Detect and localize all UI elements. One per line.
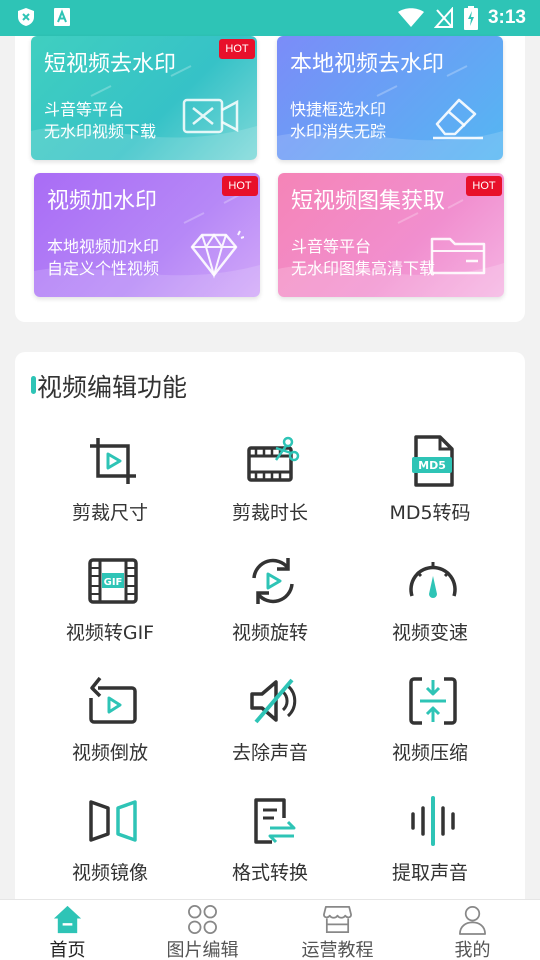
svg-text:MD5: MD5 xyxy=(418,459,446,472)
tool-desc-2: 自定义个性视频 xyxy=(47,259,160,278)
md5-file-icon: MD5 xyxy=(412,435,454,487)
clock: 3:13 xyxy=(487,7,526,28)
hot-badge: HOT xyxy=(222,176,258,196)
no-signal-icon xyxy=(433,7,453,28)
feature-mute[interactable]: 去除声音 xyxy=(185,674,355,784)
shield-x-icon xyxy=(18,8,34,26)
tool-desc-1: 本地视频加水印 xyxy=(47,237,160,256)
feature-video-to-gif[interactable]: GIF 视频转GIF xyxy=(25,554,195,664)
feature-label: 视频旋转 xyxy=(231,622,308,644)
tool-title: 短视频去水印 xyxy=(44,52,177,77)
tool-card-add-watermark[interactable]: 视频加水印 本地视频加水印 自定义个性视频 HOT xyxy=(34,173,260,297)
tool-desc-2: 无水印视频下载 xyxy=(44,122,157,141)
nav-label: 首页 xyxy=(49,940,86,960)
video-edit-section: 视频编辑功能 剪裁尺寸 剪裁时长 MD5 MD5转码 GIF 视频转GIF 视频… xyxy=(15,352,525,902)
feature-speed[interactable]: 视频变速 xyxy=(345,554,515,664)
a-box-icon xyxy=(54,8,70,26)
section-title: 视频编辑功能 xyxy=(37,373,188,402)
nav-label: 我的 xyxy=(454,940,491,960)
feature-label: 视频转GIF xyxy=(65,622,155,644)
feature-trim-duration[interactable]: 剪裁时长 xyxy=(185,434,355,544)
mirror-icon xyxy=(89,800,137,842)
diamond-icon xyxy=(190,230,244,279)
no-video-icon xyxy=(182,98,239,134)
tools-card: 短视频去水印 斗音等平台 无水印视频下载 HOT 本地视频去水印 快捷框选水印 … xyxy=(15,36,525,322)
feature-label: 格式转换 xyxy=(231,862,308,884)
crop-icon xyxy=(90,438,136,484)
feature-label: 视频变速 xyxy=(391,622,468,644)
feature-label: 剪裁尺寸 xyxy=(71,502,148,524)
feature-compress[interactable]: 视频压缩 xyxy=(345,674,515,784)
tool-desc-1: 斗音等平台 xyxy=(291,237,372,256)
feature-label: 视频压缩 xyxy=(391,742,468,764)
feature-label: 视频倒放 xyxy=(71,742,148,764)
store-icon xyxy=(323,906,352,933)
feature-rotate[interactable]: 视频旋转 xyxy=(185,554,355,664)
battery-charging-icon xyxy=(463,6,478,30)
tool-desc-1: 斗音等平台 xyxy=(44,100,125,119)
gif-film-icon: GIF xyxy=(88,558,138,604)
feature-md5[interactable]: MD5 MD5转码 xyxy=(345,434,515,544)
feature-extract-audio[interactable]: 提取声音 xyxy=(345,794,515,904)
feature-label: 提取声音 xyxy=(391,862,468,884)
tool-card-local-watermark[interactable]: 本地视频去水印 快捷框选水印 水印消失无踪 xyxy=(277,36,503,160)
hot-badge: HOT xyxy=(219,39,255,59)
nav-profile[interactable]: 我的 xyxy=(405,900,540,960)
feature-label: 视频镜像 xyxy=(71,862,148,884)
tool-title: 视频加水印 xyxy=(47,189,158,214)
reverse-video-icon xyxy=(89,676,137,724)
tool-card-remove-watermark[interactable]: 短视频去水印 斗音等平台 无水印视频下载 HOT xyxy=(31,36,257,160)
speedometer-icon xyxy=(409,562,457,598)
format-convert-icon xyxy=(254,798,296,844)
tool-title: 短视频图集获取 xyxy=(291,189,446,214)
feature-reverse[interactable]: 视频倒放 xyxy=(25,674,195,784)
nav-label: 运营教程 xyxy=(301,940,374,960)
rotate-video-icon xyxy=(252,558,294,604)
eraser-icon xyxy=(433,98,483,140)
film-scissors-icon xyxy=(247,436,300,482)
user-icon xyxy=(459,906,486,935)
svg-text:GIF: GIF xyxy=(104,577,123,588)
nav-image-edit[interactable]: 图片编辑 xyxy=(135,900,270,960)
tool-desc-2: 水印消失无踪 xyxy=(290,122,387,141)
tool-card-gallery[interactable]: 短视频图集获取 斗音等平台 无水印图集高清下载 HOT xyxy=(278,173,504,297)
compress-icon xyxy=(409,677,457,725)
status-bar: 3:13 xyxy=(0,0,540,36)
home-icon xyxy=(53,905,82,934)
wifi-icon xyxy=(397,8,424,27)
folder-icon xyxy=(430,237,486,275)
nav-home[interactable]: 首页 xyxy=(0,900,135,960)
feature-mirror[interactable]: 视频镜像 xyxy=(25,794,195,904)
feature-crop-size[interactable]: 剪裁尺寸 xyxy=(25,434,195,544)
feature-label: MD5转码 xyxy=(389,502,471,524)
tool-desc-2: 无水印图集高清下载 xyxy=(291,259,436,278)
hot-badge: HOT xyxy=(466,176,502,196)
feature-label: 剪裁时长 xyxy=(231,502,308,524)
grid-icon xyxy=(188,905,217,934)
nav-label: 图片编辑 xyxy=(166,940,239,960)
feature-format-convert[interactable]: 格式转换 xyxy=(185,794,355,904)
tool-title: 本地视频去水印 xyxy=(290,52,445,77)
mute-icon xyxy=(250,678,297,724)
bottom-nav: 首页 图片编辑 运营教程 我的 xyxy=(0,899,540,960)
tool-desc-1: 快捷框选水印 xyxy=(290,100,387,119)
sound-wave-icon xyxy=(411,796,455,846)
nav-tutorials[interactable]: 运营教程 xyxy=(270,900,405,960)
section-title-marker xyxy=(31,376,36,394)
feature-label: 去除声音 xyxy=(231,742,308,764)
